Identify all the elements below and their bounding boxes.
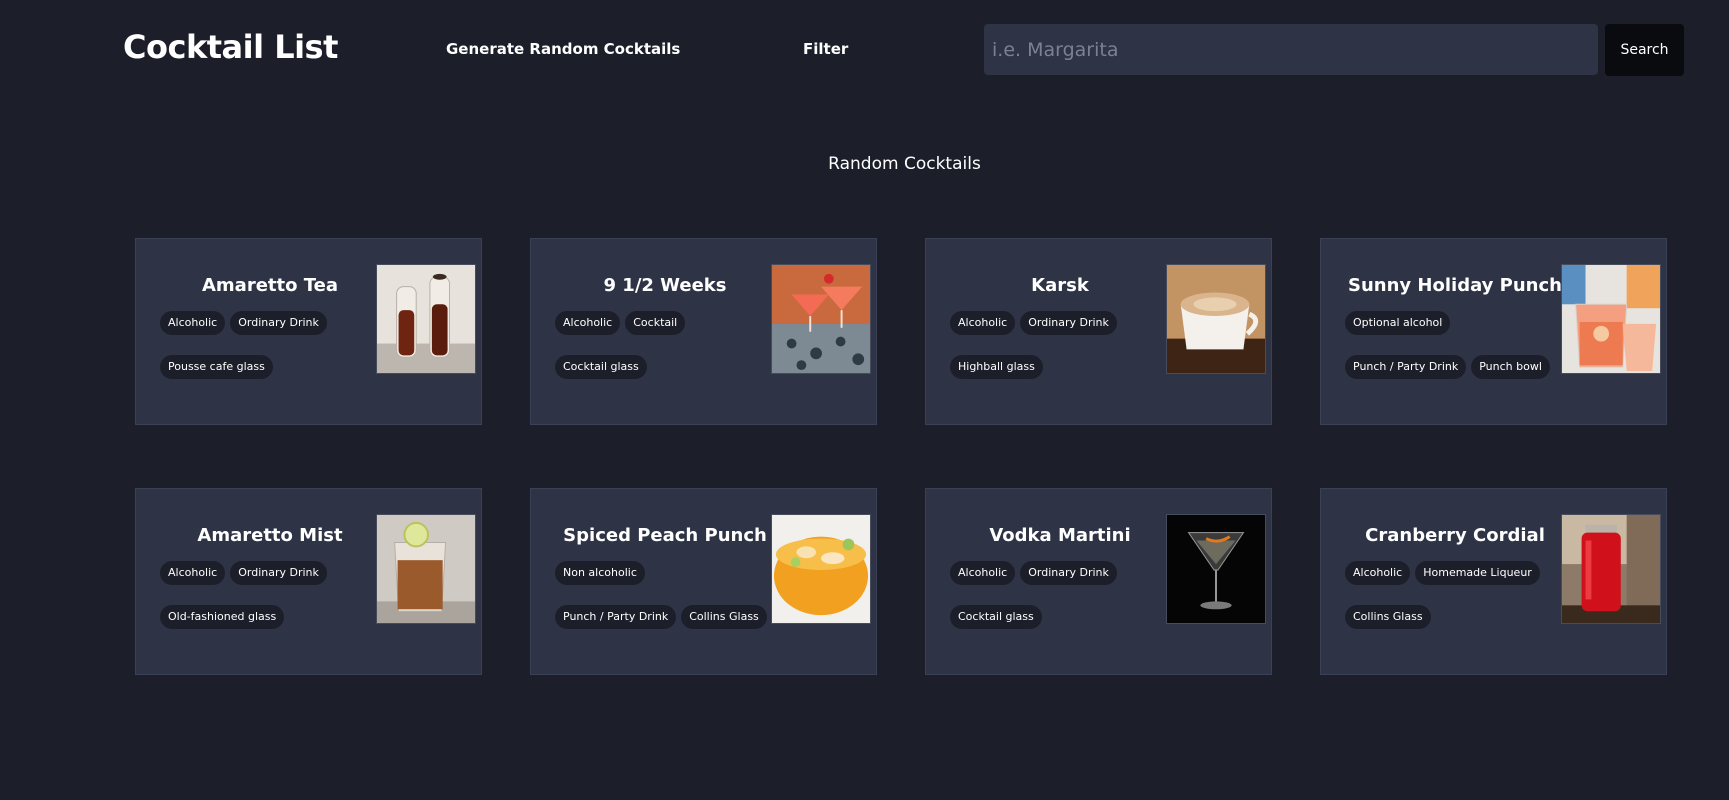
tag-category: Punch / Party Drink — [555, 605, 677, 629]
tag-list: Alcoholic Ordinary Drink Pousse cafe gla… — [160, 311, 375, 379]
tag-category: Ordinary Drink — [1020, 561, 1117, 585]
tag-list: Alcoholic Cocktail Cocktail glass — [555, 311, 770, 379]
tag-alcoholic: Alcoholic — [950, 311, 1016, 335]
site-logo[interactable]: Cocktail List — [123, 28, 338, 66]
tag-alcoholic: Alcoholic — [160, 311, 226, 335]
cocktail-name: Sunny Holiday Punch — [1348, 275, 1562, 296]
top-bar: Cocktail List Generate Random Cocktails … — [0, 0, 1729, 100]
cocktail-name: Karsk — [1031, 275, 1089, 296]
tag-glass: Cocktail glass — [950, 605, 1042, 629]
tag-category: Cocktail — [625, 311, 686, 335]
tag-alcoholic: Alcoholic — [1345, 561, 1411, 585]
cocktail-card[interactable]: Amaretto Mist Alcoholic Ordinary Drink O… — [135, 488, 482, 675]
cocktail-name: Amaretto Tea — [201, 275, 338, 296]
vodka-martini-photo — [1166, 514, 1266, 624]
cocktail-name: Amaretto Mist — [197, 525, 343, 546]
cocktail-name: Vodka Martini — [989, 525, 1131, 546]
cocktail-card[interactable]: Karsk Alcoholic Ordinary Drink Highball … — [925, 238, 1272, 425]
spiced-peach-punch-photo — [771, 514, 871, 624]
nav-filter[interactable]: Filter — [803, 40, 848, 58]
search-button[interactable]: Search — [1605, 24, 1684, 76]
cranberry-cordial-photo — [1561, 514, 1661, 624]
tag-category: Ordinary Drink — [230, 311, 327, 335]
tag-list: Non alcoholic Punch / Party Drink Collin… — [555, 561, 770, 629]
tag-list: Optional alcohol Punch / Party Drink Pun… — [1345, 311, 1560, 379]
tag-category: Punch / Party Drink — [1345, 355, 1467, 379]
nav-generate-random-cocktails[interactable]: Generate Random Cocktails — [446, 40, 680, 58]
tag-alcoholic: Optional alcohol — [1345, 311, 1451, 335]
karsk-photo — [1166, 264, 1266, 374]
tag-list: Alcoholic Homemade Liqueur Collins Glass — [1345, 561, 1560, 629]
tag-glass: Pousse cafe glass — [160, 355, 273, 379]
cocktail-name: 9 1/2 Weeks — [603, 275, 727, 296]
tag-alcoholic: Alcoholic — [555, 311, 621, 335]
cocktail-card[interactable]: Vodka Martini Alcoholic Ordinary Drink C… — [925, 488, 1272, 675]
tag-category: Homemade Liqueur — [1415, 561, 1540, 585]
tag-glass: Collins Glass — [681, 605, 767, 629]
cocktail-card[interactable]: Amaretto Tea Alcoholic Ordinary Drink Po… — [135, 238, 482, 425]
nine-half-weeks-photo — [771, 264, 871, 374]
cocktail-card[interactable]: Cranberry Cordial Alcoholic Homemade Liq… — [1320, 488, 1667, 675]
search-input[interactable] — [984, 24, 1598, 75]
tag-list: Alcoholic Ordinary Drink Cocktail glass — [950, 561, 1165, 629]
amaretto-mist-photo — [376, 514, 476, 624]
tag-alcoholic: Alcoholic — [950, 561, 1016, 585]
tag-glass: Old-fashioned glass — [160, 605, 285, 629]
tag-alcoholic: Non alcoholic — [555, 561, 645, 585]
tag-category: Ordinary Drink — [1020, 311, 1117, 335]
tag-alcoholic: Alcoholic — [160, 561, 226, 585]
cocktail-name: Cranberry Cordial — [1365, 525, 1545, 546]
cocktail-card[interactable]: 9 1/2 Weeks Alcoholic Cocktail Cocktail … — [530, 238, 877, 425]
cocktail-name: Spiced Peach Punch — [563, 525, 767, 546]
tag-glass: Cocktail glass — [555, 355, 647, 379]
cocktail-card[interactable]: Spiced Peach Punch Non alcoholic Punch /… — [530, 488, 877, 675]
tag-glass: Highball glass — [950, 355, 1043, 379]
cocktail-card[interactable]: Sunny Holiday Punch Optional alcohol Pun… — [1320, 238, 1667, 425]
tag-glass: Punch bowl — [1471, 355, 1550, 379]
sunny-holiday-punch-photo — [1561, 264, 1661, 374]
tag-category: Ordinary Drink — [230, 561, 327, 585]
section-title: Random Cocktails — [828, 154, 981, 174]
tag-list: Alcoholic Ordinary Drink Highball glass — [950, 311, 1165, 379]
amaretto-tea-photo — [376, 264, 476, 374]
tag-glass: Collins Glass — [1345, 605, 1431, 629]
tag-list: Alcoholic Ordinary Drink Old-fashioned g… — [160, 561, 375, 629]
